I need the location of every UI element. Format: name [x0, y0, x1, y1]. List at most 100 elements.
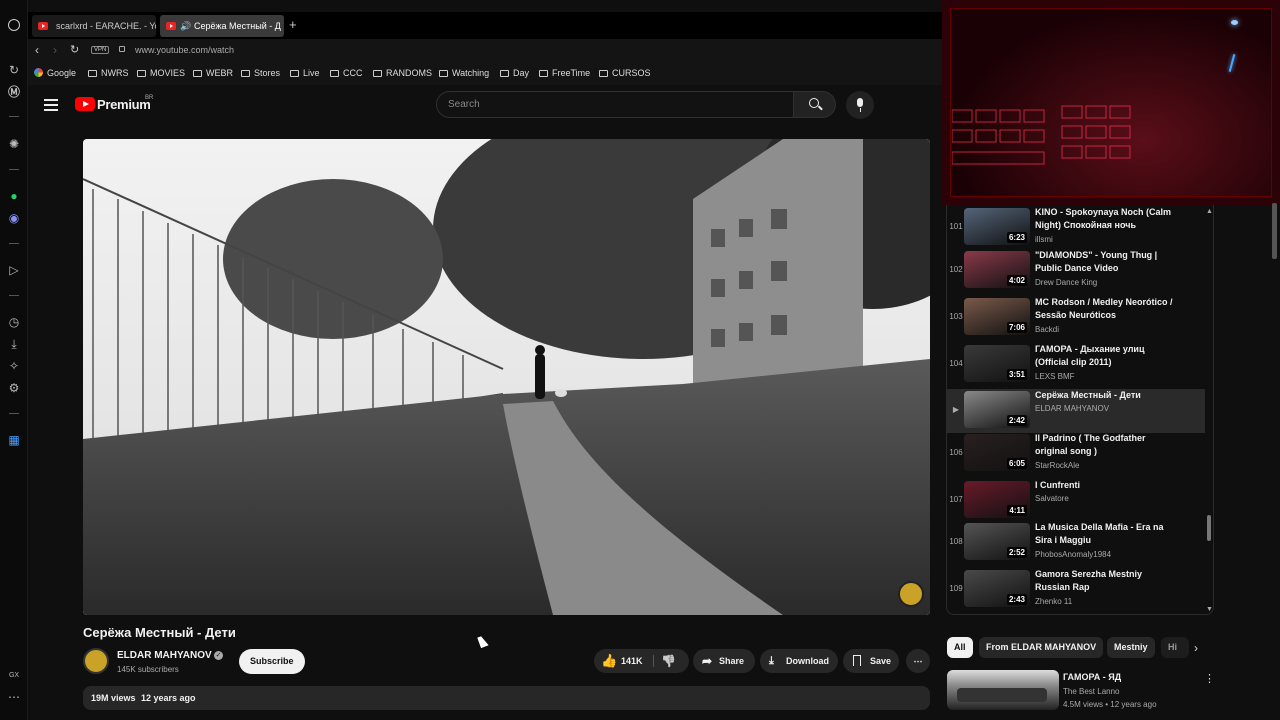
playlist-item-channel[interactable]: PhobosAnomaly1984	[1035, 550, 1111, 559]
playlist-item[interactable]: 108 2:52 La Musica Della Mafia - Era na Si…	[947, 521, 1205, 565]
refresh-icon[interactable]: ↻	[7, 63, 21, 77]
playlist-item-channel[interactable]: StarRockAle	[1035, 461, 1079, 470]
playlist-item-channel[interactable]: illsmi	[1035, 235, 1053, 244]
chip-1[interactable]: From ELDAR MAHYANOV	[979, 637, 1104, 658]
scroll-down-icon[interactable]: ▼	[1206, 606, 1213, 613]
bookmark-folder[interactable]: Live	[290, 68, 320, 78]
playlist-item-title[interactable]: Gamora Serezha Mestniy Russian Rap	[1035, 568, 1175, 594]
lock-icon[interactable]	[119, 46, 125, 52]
chips-next-icon[interactable]: ›	[1194, 641, 1198, 655]
playlist-item-title[interactable]: Серёжа Местный - Дети	[1035, 389, 1175, 402]
bookmark-google[interactable]: Google	[34, 68, 76, 78]
search-input[interactable]: Search	[436, 91, 794, 118]
search-button[interactable]	[794, 91, 836, 118]
playlist-item-title[interactable]: I Cunfrenti	[1035, 479, 1175, 492]
bookmark-folder[interactable]: CURSOS	[599, 68, 651, 78]
playlist-item-channel[interactable]: Salvatore	[1035, 494, 1069, 503]
playlist-thumbnail[interactable]: 2:42	[964, 391, 1030, 428]
speaker-icon[interactable]: 🔊	[180, 15, 191, 37]
recommended-channel[interactable]: The Best Lanno	[1063, 687, 1119, 696]
like-icon[interactable]: 👍	[601, 649, 617, 673]
new-tab-icon[interactable]: +	[289, 17, 297, 32]
vpn-badge[interactable]: VPN	[91, 46, 110, 54]
save-button[interactable]: Save	[843, 649, 899, 673]
bookmark-folder[interactable]: WEBR	[193, 68, 233, 78]
playlist-thumbnail[interactable]: 4:02	[964, 251, 1030, 288]
playlist-thumbnail[interactable]: 6:23	[964, 208, 1030, 245]
extensions-icon[interactable]: ✧	[7, 359, 21, 373]
share-button[interactable]: ➦ Share	[693, 649, 755, 673]
playlist-item[interactable]: 104 3:51 ГАМОРА - Дыхание улиц (Official c…	[947, 343, 1205, 387]
dislike-icon[interactable]: 👎	[661, 649, 676, 673]
forward-icon[interactable]: ›	[53, 43, 57, 57]
description-box[interactable]: 19M views 12 years ago	[83, 686, 930, 710]
chip-3[interactable]: Hi	[1161, 637, 1189, 658]
channel-name[interactable]: ELDAR MAHYANOV	[117, 650, 212, 661]
playlist-item[interactable]: 109 2:43 Gamora Serezha Mestniy Russian Ra…	[947, 568, 1205, 612]
tab-current[interactable]: 🔊 Серёжа Местный - Д	[160, 15, 284, 37]
more-icon[interactable]: ⋯	[7, 690, 21, 704]
more-actions-button[interactable]: ⋯	[906, 649, 930, 673]
playlist-item-channel[interactable]: ELDAR MAHYANOV	[1035, 404, 1109, 413]
chip-0[interactable]: All	[947, 637, 973, 658]
menu-icon[interactable]	[44, 99, 58, 114]
youtube-logo-icon[interactable]	[75, 97, 95, 111]
bookmark-folder[interactable]: NWRS	[88, 68, 129, 78]
recommended-title[interactable]: ГАМОРА - ЯД	[1063, 672, 1121, 682]
discord-icon[interactable]: ◉	[7, 211, 21, 225]
tab-scarlxrd[interactable]: scarlxrd - EARACHE. - Yo	[32, 15, 156, 37]
bookmark-folder[interactable]: Stores	[241, 68, 280, 78]
playlist-scrollbar[interactable]	[1207, 515, 1211, 541]
download-button[interactable]: ⤓ Download	[760, 649, 838, 673]
bookmark-folder[interactable]: RANDOMS	[373, 68, 432, 78]
download-icon[interactable]: ⤓	[7, 337, 21, 351]
playlist-item-title[interactable]: La Musica Della Mafia - Era na Sira i Ma…	[1035, 521, 1175, 547]
playlist-item-channel[interactable]: Drew Dance King	[1035, 278, 1097, 287]
channel-watermark[interactable]	[898, 581, 924, 607]
playlist-item-channel[interactable]: Backdi	[1035, 325, 1059, 334]
playlist-thumbnail[interactable]: 4:11	[964, 481, 1030, 518]
scroll-up-icon[interactable]: ▲	[1206, 208, 1213, 215]
opera-logo-icon[interactable]	[8, 19, 20, 31]
voice-search-button[interactable]	[846, 91, 874, 119]
playlist-item-title[interactable]: KINO - Spokoynaya Noch (Calm Night) Спок…	[1035, 206, 1175, 232]
settings-icon[interactable]: ⚙	[7, 381, 21, 395]
bookmark-folder[interactable]: CCC	[330, 68, 363, 78]
bookmark-folder[interactable]: Day	[500, 68, 529, 78]
chip-2[interactable]: Mestniy	[1107, 637, 1155, 658]
playlist-item[interactable]: ▶ 2:42 Серёжа Местный - Дети ELDAR MAHYANOV	[947, 389, 1205, 433]
url-field[interactable]: www.youtube.com/watch	[135, 45, 234, 55]
playlist-item-title[interactable]: "DIAMONDS" - Young Thug | Public Dance V…	[1035, 249, 1175, 275]
recommended-thumbnail[interactable]	[947, 670, 1059, 710]
player-icon[interactable]: ▷	[7, 263, 21, 277]
playlist-thumbnail[interactable]: 6:05	[964, 434, 1030, 471]
playlist-item-title[interactable]: MC Rodson / Medley Neorótico / Sessão Ne…	[1035, 296, 1175, 322]
channel-avatar[interactable]	[83, 648, 109, 674]
playlist-item[interactable]: 101 6:23 KINO - Spokoynaya Noch (Calm Nigh…	[947, 206, 1205, 250]
whatsapp-icon[interactable]: ●	[7, 189, 21, 203]
bookmark-folder[interactable]: MOVIES	[137, 68, 185, 78]
app-icon[interactable]: ▦	[7, 433, 21, 447]
history-icon[interactable]: ◷	[7, 315, 21, 329]
playlist-item[interactable]: 102 4:02 "DIAMONDS" - Young Thug | Public …	[947, 249, 1205, 293]
subscribe-button[interactable]: Subscribe	[239, 649, 305, 674]
playlist-item-title[interactable]: ГАМОРА - Дыхание улиц (Official clip 201…	[1035, 343, 1175, 369]
playlist-thumbnail[interactable]: 7:06	[964, 298, 1030, 335]
video-player[interactable]	[83, 139, 930, 615]
like-count[interactable]: 141K	[621, 649, 643, 673]
playlist-thumbnail[interactable]: 3:51	[964, 345, 1030, 382]
bookmark-folder[interactable]: Watching	[439, 68, 489, 78]
bookmark-folder[interactable]: FreeTime	[539, 68, 590, 78]
playlist-thumbnail[interactable]: 2:52	[964, 523, 1030, 560]
playlist-thumbnail[interactable]: 2:43	[964, 570, 1030, 607]
playlist-item[interactable]: 107 4:11 I Cunfrenti Salvatore	[947, 479, 1205, 523]
chatgpt-icon[interactable]: ✺	[7, 137, 21, 151]
playlist-item-channel[interactable]: LEXS BMF	[1035, 372, 1075, 381]
back-icon[interactable]: ‹	[35, 43, 39, 57]
recommended-more-icon[interactable]: ⋮	[1204, 672, 1215, 685]
playlist-item[interactable]: 106 6:05 Il Padrino ( The Godfather origin…	[947, 432, 1205, 476]
page-scrollbar[interactable]	[1272, 203, 1277, 259]
playlist-item[interactable]: 103 7:06 MC Rodson / Medley Neorótico / Se…	[947, 296, 1205, 340]
playlist-item-channel[interactable]: Zhenko 11	[1035, 597, 1072, 606]
playlist-item-title[interactable]: Il Padrino ( The Godfather original song…	[1035, 432, 1175, 458]
